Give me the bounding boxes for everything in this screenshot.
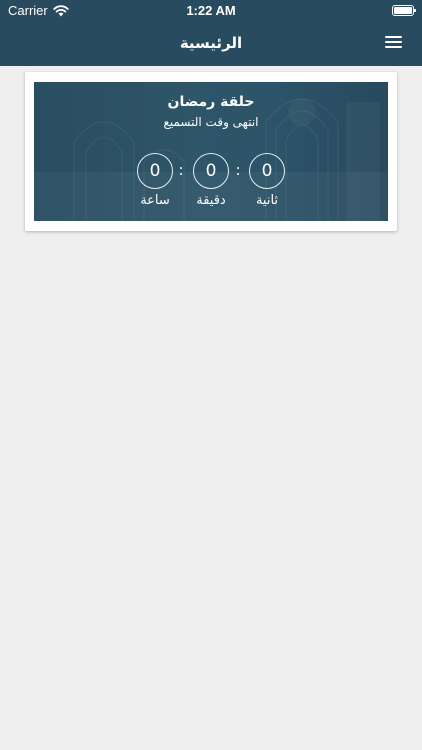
battery-icon [392, 5, 416, 16]
seconds-counter: 0 [249, 153, 285, 189]
seconds-label: ثانية [255, 193, 279, 208]
hours-counter: 0 [137, 153, 173, 189]
app-header: Carrier 1:22 AM الرئيسية [0, 0, 422, 66]
halaqa-status: انتهى وقت التسميع [163, 115, 259, 129]
status-time: 1:22 AM [186, 3, 236, 18]
halaqa-banner[interactable]: حلقة رمضان انتهى وقت التسميع 0 : 0 : 0 ث… [34, 82, 388, 221]
hamburger-menu-icon[interactable] [385, 36, 402, 50]
menu-line [385, 41, 402, 43]
minutes-counter: 0 [193, 153, 229, 189]
menu-line [385, 36, 402, 38]
menu-line [385, 46, 402, 48]
hours-label: ساعة [140, 193, 170, 208]
time-separator: : [235, 161, 241, 179]
halaqa-card[interactable]: حلقة رمضان انتهى وقت التسميع 0 : 0 : 0 ث… [25, 72, 397, 231]
time-separator: : [178, 161, 184, 179]
status-bar: Carrier 1:22 AM [0, 0, 422, 22]
minutes-label: دقيقة [196, 193, 226, 208]
page-title: الرئيسية [179, 34, 243, 52]
halaqa-title: حلقة رمضان [167, 94, 255, 110]
